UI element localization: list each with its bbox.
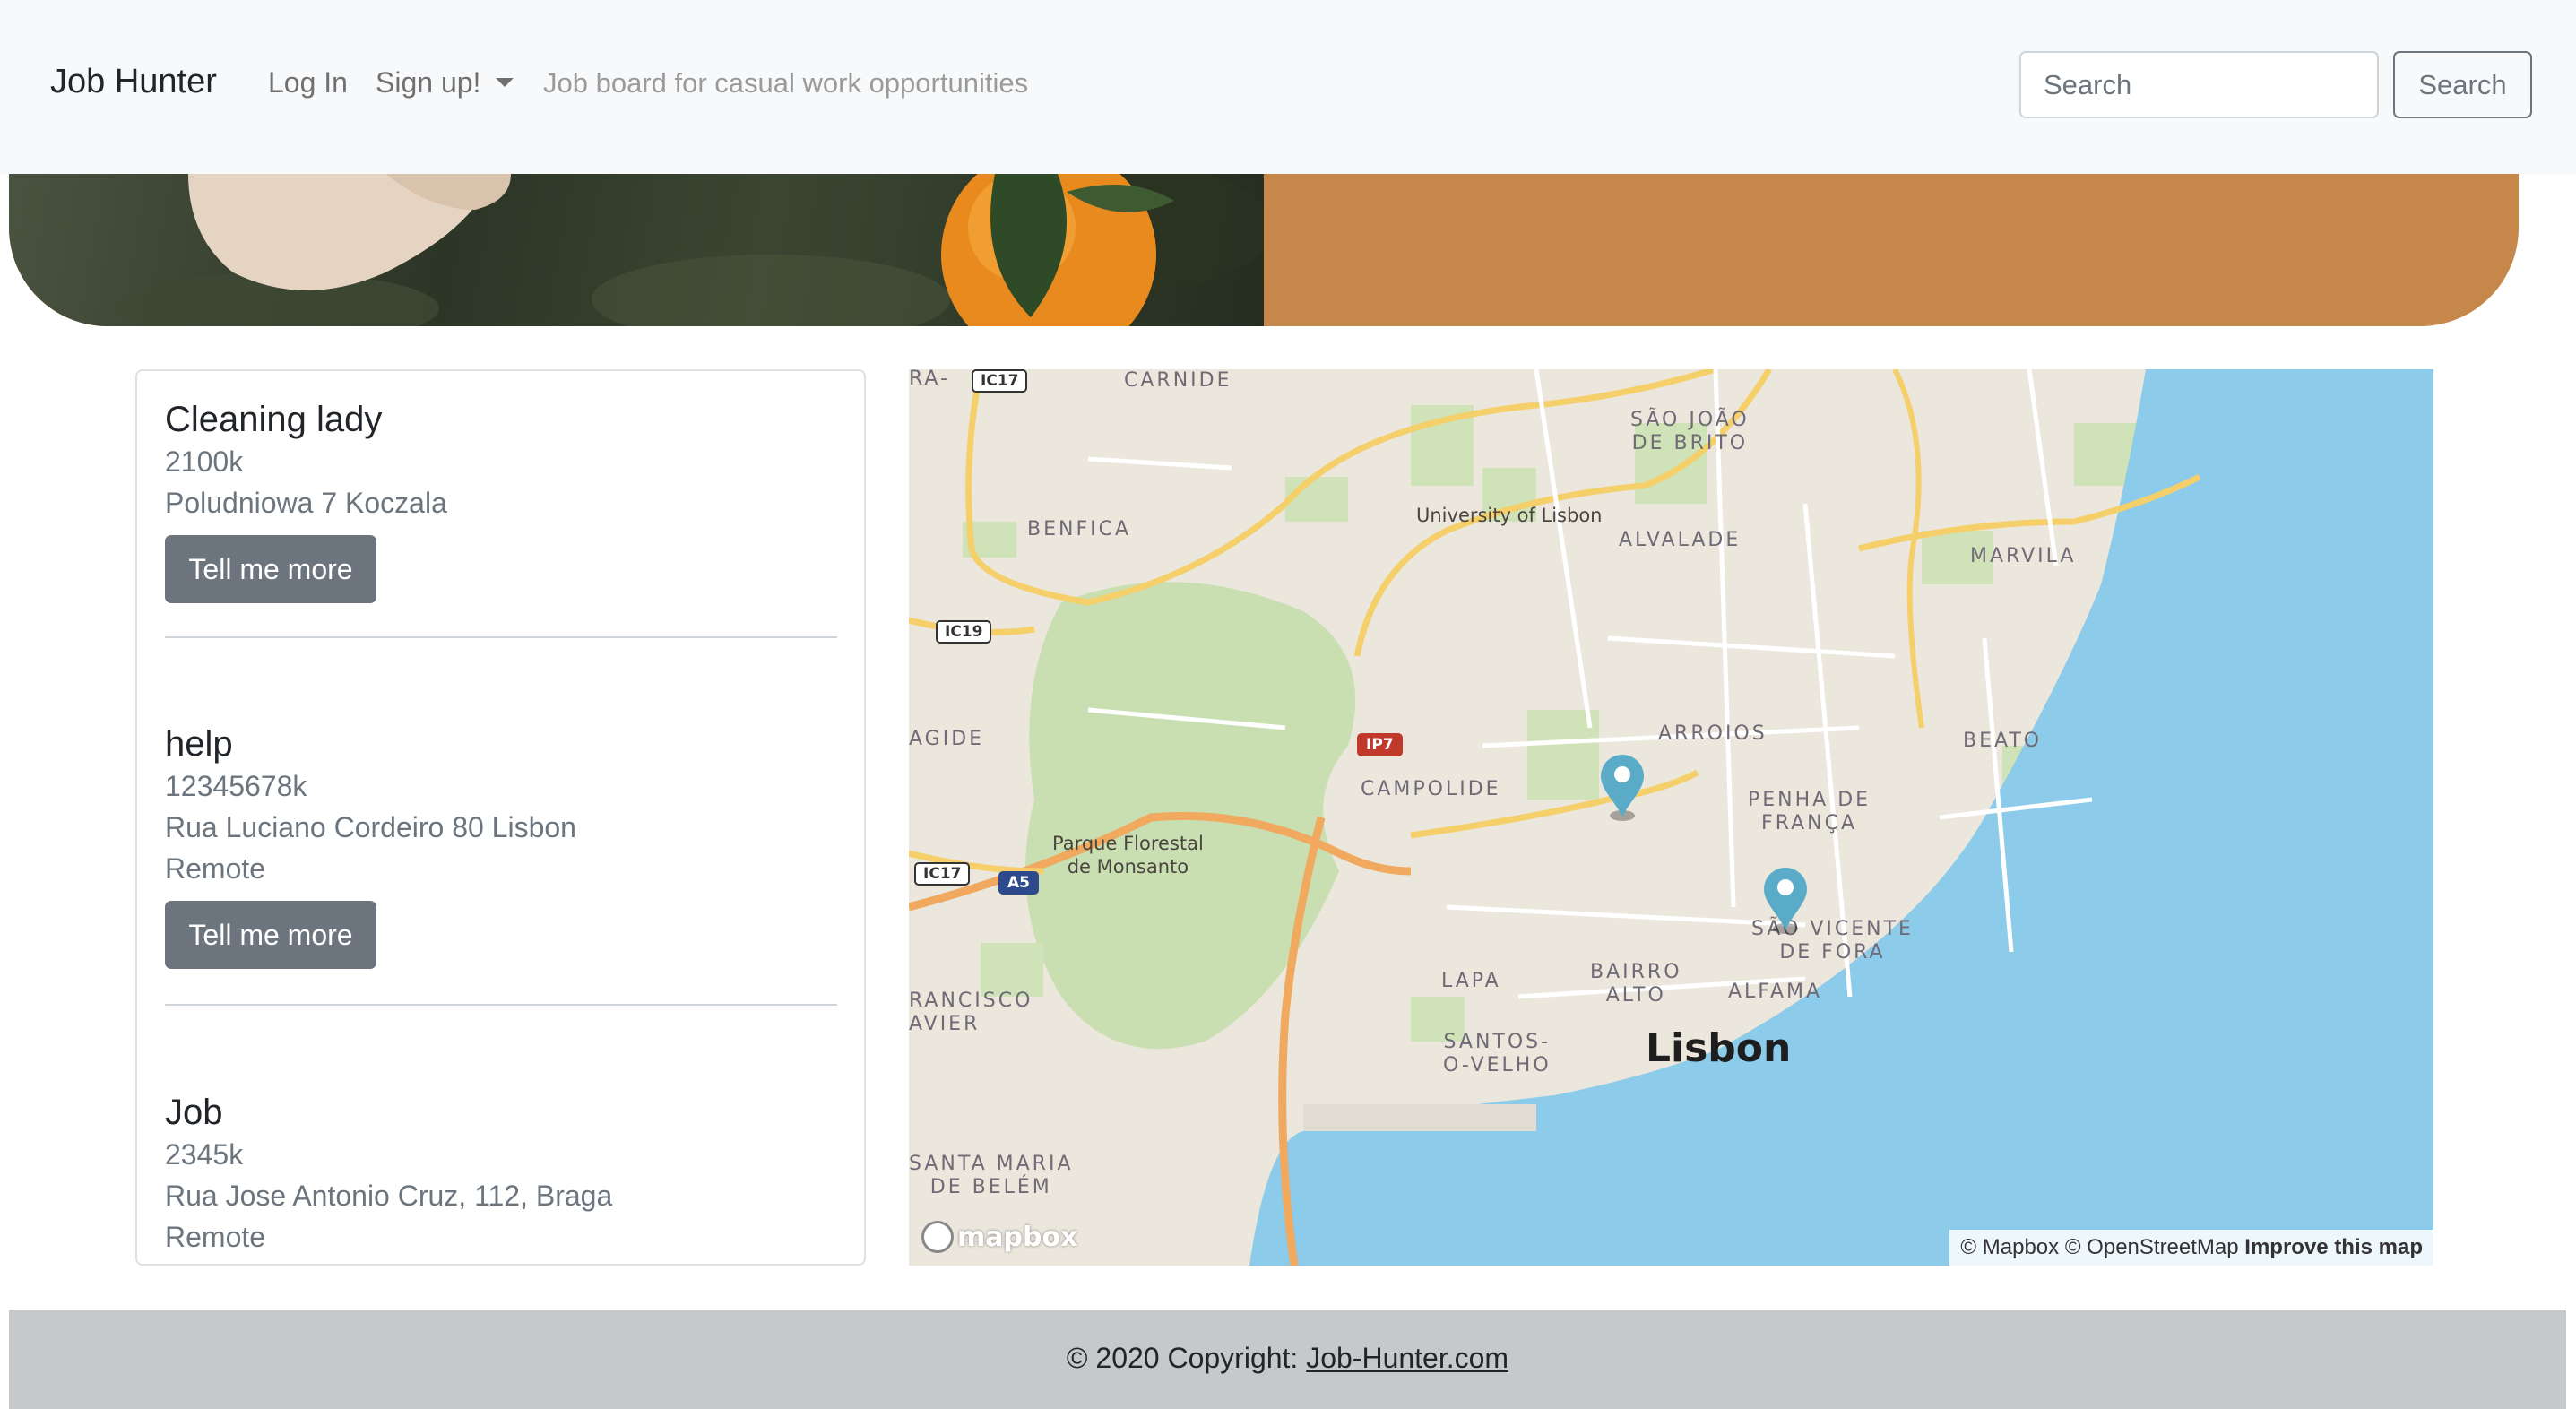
map-label: SANTOS- O-VELHO [1443, 1031, 1552, 1076]
map-label: ALVALADE [1619, 529, 1742, 551]
tell-me-more-button[interactable]: Tell me more [165, 535, 376, 603]
map[interactable]: RA- CARNIDE SÃO JOÃO DE BRITO BENFICA Un… [909, 369, 2433, 1266]
job-pay: 2100k [165, 445, 244, 478]
map-label: Parque Florestal de Monsanto [1052, 833, 1204, 877]
osm-attribution-link[interactable]: © OpenStreetMap [2065, 1235, 2239, 1259]
map-label: MARVILA [1970, 545, 2077, 567]
hero-image [9, 174, 1264, 326]
job-list-card: Cleaning lady 2100k Poludniowa 7 Koczala… [135, 369, 866, 1266]
map-label: ARROIOS [1658, 722, 1768, 745]
divider [165, 636, 837, 638]
job-address: Poludniowa 7 Koczala [165, 487, 447, 519]
improve-map-link[interactable]: Improve this map [2244, 1235, 2423, 1259]
map-label: CAMPOLIDE [1361, 778, 1501, 800]
mapbox-attribution-link[interactable]: © Mapbox [1960, 1235, 2059, 1259]
footer-text: © 2020 Copyright: Job-Hunter.com [9, 1342, 2566, 1375]
map-label: BAIRRO ALTO [1590, 961, 1682, 1007]
job-title: help [165, 724, 233, 764]
road-shield: IC17 [972, 369, 1028, 393]
map-base [909, 369, 2433, 1266]
map-label: PENHA DE FRANÇA [1748, 789, 1871, 834]
hero-banner [9, 174, 2519, 326]
chevron-down-icon[interactable] [496, 78, 514, 87]
job-item: Job 2345k Rua Jose Antonio Cruz, 112, Br… [165, 1091, 837, 1258]
map-label: ALFAMA [1728, 981, 1823, 1003]
road-shield: A5 [998, 871, 1039, 895]
job-pay: 12345678k [165, 770, 307, 802]
mapbox-icon [921, 1221, 954, 1253]
map-label: SÃO JOÃO DE BRITO [1630, 409, 1750, 454]
brand-link[interactable]: Job Hunter [50, 63, 217, 101]
tell-me-more-button[interactable]: Tell me more [165, 901, 376, 969]
divider [165, 1004, 837, 1006]
map-label: RA- [909, 369, 950, 390]
footer: © 2020 Copyright: Job-Hunter.com [9, 1310, 2566, 1409]
copyright-text: © 2020 Copyright: [1066, 1342, 1307, 1374]
mapbox-logo[interactable]: mapbox [921, 1221, 1077, 1253]
job-item: help 12345678k Rua Luciano Cordeiro 80 L… [165, 722, 837, 969]
map-label: SANTA MARIA DE BELÉM [909, 1153, 1074, 1198]
road-shield: IC19 [936, 620, 992, 644]
footer-site-link[interactable]: Job-Hunter.com [1306, 1342, 1508, 1374]
map-label: BEATO [1963, 730, 2043, 752]
job-title: Job [165, 1093, 223, 1132]
road-shield: IP7 [1357, 733, 1403, 756]
map-city-label: Lisbon [1646, 1025, 1792, 1071]
job-address: Rua Jose Antonio Cruz, 112, Braga [165, 1180, 613, 1212]
job-title: Cleaning lady [165, 400, 383, 439]
map-label: BENFICA [1027, 518, 1132, 540]
map-label: University of Lisbon [1416, 505, 1603, 526]
navbar: Job Hunter Log In Sign up! Job board for… [0, 0, 2576, 174]
map-label: LAPA [1441, 970, 1501, 992]
job-pay: 2345k [165, 1138, 244, 1171]
mapbox-wordmark: mapbox [957, 1221, 1078, 1253]
map-label: CARNIDE [1124, 369, 1232, 392]
map-attribution: © Mapbox © OpenStreetMap Improve this ma… [1949, 1230, 2433, 1266]
tagline: Job board for casual work opportunities [543, 67, 1029, 99]
map-marker-icon[interactable] [1762, 866, 1809, 936]
search-input[interactable] [2019, 51, 2379, 118]
road-shield: IC17 [914, 862, 971, 886]
job-remote: Remote [165, 1221, 266, 1253]
job-address: Rua Luciano Cordeiro 80 Lisbon [165, 811, 576, 843]
map-marker-icon[interactable] [1599, 753, 1646, 823]
signup-dropdown[interactable]: Sign up! [376, 66, 480, 99]
login-link[interactable]: Log In [268, 66, 348, 99]
search-button[interactable]: Search [2393, 51, 2532, 118]
job-item: Cleaning lady 2100k Poludniowa 7 Koczala… [165, 398, 837, 603]
map-label: AGIDE [909, 728, 985, 750]
map-label: RANCISCO AVIER [909, 990, 1033, 1035]
job-remote: Remote [165, 852, 266, 885]
